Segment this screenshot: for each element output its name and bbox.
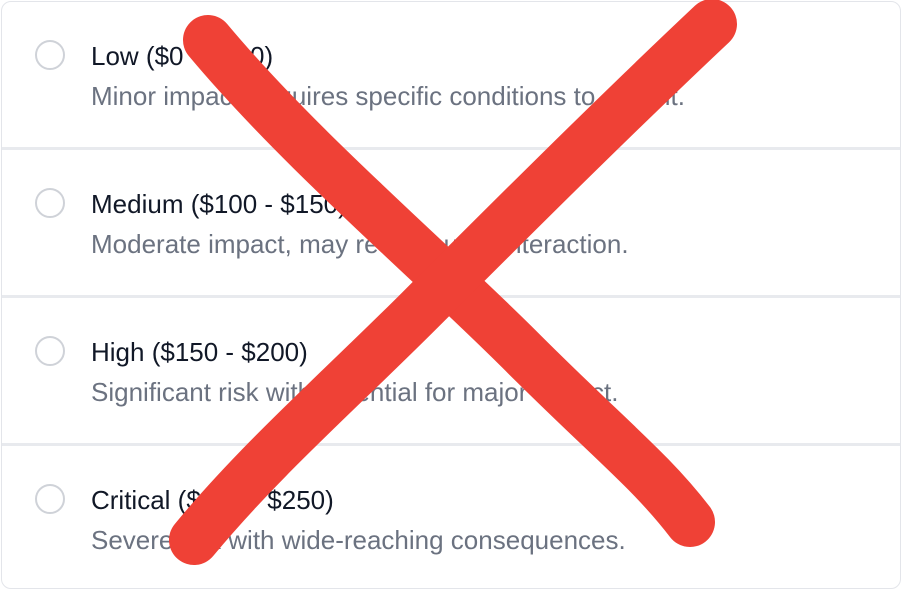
option-description-medium: Moderate impact, may require user intera… xyxy=(91,229,629,259)
radio-button-high[interactable] xyxy=(35,336,65,366)
severity-option-medium[interactable]: Medium ($100 - $150) Moderate impact, ma… xyxy=(2,150,900,295)
option-title-medium: Medium ($100 - $150) xyxy=(91,189,347,219)
severity-radio-list: Low ($0 - $100) Minor impact, requires s… xyxy=(1,1,901,589)
severity-option-critical[interactable]: Critical ($200 - $250) Severe risk with … xyxy=(2,446,900,588)
option-title-high: High ($150 - $200) xyxy=(91,337,308,367)
option-description-high: Significant risk with potential for majo… xyxy=(91,377,619,407)
option-description-critical: Severe risk with wide-reaching consequen… xyxy=(91,525,626,555)
option-description-low: Minor impact, requires specific conditio… xyxy=(91,81,685,111)
severity-option-low[interactable]: Low ($0 - $100) Minor impact, requires s… xyxy=(2,2,900,147)
severity-option-high[interactable]: High ($150 - $200) Significant risk with… xyxy=(2,298,900,443)
radio-button-critical[interactable] xyxy=(35,484,65,514)
option-title-low: Low ($0 - $100) xyxy=(91,41,274,71)
option-title-critical: Critical ($200 - $250) xyxy=(91,485,334,515)
radio-button-medium[interactable] xyxy=(35,188,65,218)
radio-button-low[interactable] xyxy=(35,40,65,70)
